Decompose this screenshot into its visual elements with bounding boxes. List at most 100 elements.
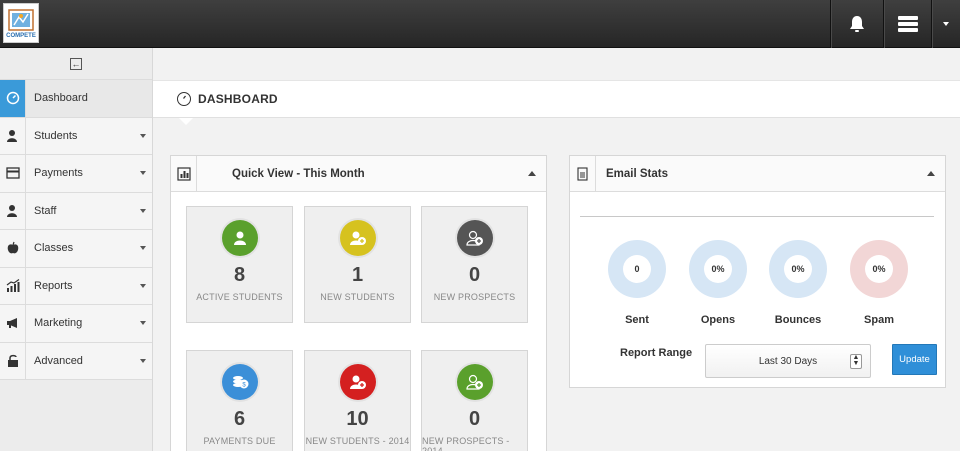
select-arrows-icon: ▲ ▼ (850, 354, 862, 369)
quick-view-panel: Quick View - This Month 8 ACTIVE STUDENT… (170, 155, 547, 451)
collapse-caret-icon[interactable] (927, 171, 935, 176)
logo[interactable]: COMPETE (3, 3, 39, 43)
logo-mark-icon (8, 9, 34, 31)
user-icon (0, 192, 26, 229)
collapse-caret-icon[interactable] (528, 171, 536, 176)
menu-icon (897, 16, 918, 32)
megaphone-icon (0, 305, 26, 342)
sidebar-item-label: Advanced (34, 354, 83, 367)
stat-label-bounces: Bounces (774, 314, 822, 326)
donut-sent: 0 (608, 240, 666, 298)
page-title: DASHBOARD (198, 92, 278, 106)
divider (580, 216, 934, 217)
sidebar-item-label: Students (34, 129, 78, 142)
donut-value: 0% (784, 255, 812, 283)
coins-icon: $ (221, 364, 258, 400)
tile-active-students[interactable]: 8 ACTIVE STUDENTS (186, 206, 293, 323)
tile-label: NEW PROSPECTS - 2014 (422, 436, 510, 451)
main-content: DASHBOARD Quick View - This Month 8 ACTI… (153, 48, 960, 451)
tile-value: 10 (346, 408, 369, 430)
caret-down-icon (943, 22, 949, 26)
sidebar-item-label: Dashboard (34, 92, 88, 105)
tile-new-prospects[interactable]: 0 NEW PROSPECTS (421, 206, 528, 323)
sidebar-item-advanced[interactable]: Advanced (0, 342, 152, 380)
bell-icon (849, 16, 864, 32)
chart-icon (171, 155, 197, 192)
sidebar-item-label: Payments (34, 167, 83, 180)
donut-value: 0 (623, 255, 651, 283)
tile-value: 0 (468, 264, 481, 286)
sidebar-item-label: Marketing (34, 317, 83, 330)
collapse-sidebar-icon[interactable]: ← (70, 57, 82, 70)
sidebar-item-students[interactable]: Students (0, 117, 152, 155)
dashboard-icon (0, 80, 26, 117)
lock-icon (0, 342, 26, 379)
email-stats-panel: Email Stats 0 0% 0% 0% Sent Opens Bounce… (569, 155, 946, 388)
report-range-value: Last 30 Days (758, 355, 818, 367)
quick-view-header: Quick View - This Month (171, 155, 546, 192)
sidebar-item-payments[interactable]: Payments (0, 155, 152, 193)
chevron-down-icon (140, 283, 146, 288)
donut-value: 0% (704, 255, 732, 283)
sidebar-item-label: Staff (34, 204, 57, 217)
apple-icon (0, 230, 26, 267)
header-notch (179, 118, 193, 125)
user-icon (221, 220, 258, 256)
chevron-down-icon (140, 321, 146, 326)
chevron-down-icon (140, 358, 146, 363)
user-add-icon (339, 364, 376, 400)
tile-value: 0 (468, 408, 481, 430)
chevron-down-icon (140, 246, 146, 251)
stat-label-sent: Sent (625, 314, 649, 326)
sidebar-item-classes[interactable]: Classes (0, 230, 152, 268)
logo-text: COMPETE (6, 33, 36, 39)
tile-label: NEW STUDENTS - 2014 (305, 436, 410, 446)
chevron-down-icon (140, 171, 146, 176)
sidebar-collapse-row: ← (0, 48, 152, 80)
sidebar-item-staff[interactable]: Staff (0, 192, 152, 230)
page-header: DASHBOARD (153, 80, 960, 118)
update-button[interactable]: Update (892, 344, 937, 375)
user-menu-dropdown[interactable] (931, 0, 960, 48)
sidebar-item-label: Reports (34, 279, 73, 292)
user-add-icon (456, 364, 493, 400)
tile-label: PAYMENTS DUE (203, 436, 276, 446)
tile-new-prospects-2014[interactable]: 0 NEW PROSPECTS - 2014 (421, 350, 528, 451)
sidebar-item-reports[interactable]: Reports (0, 267, 152, 305)
sidebar: ← Dashboard Students Payments Staff Clas… (0, 48, 153, 451)
report-range-select[interactable]: Last 30 Days ▲ ▼ (705, 344, 871, 378)
top-bar: COMPETE (0, 0, 960, 48)
user-menu-button[interactable] (883, 0, 931, 48)
quick-view-title: Quick View - This Month (232, 167, 365, 180)
stat-label-opens: Opens (700, 314, 736, 326)
tile-label: NEW STUDENTS (320, 292, 395, 302)
chevron-down-icon (140, 208, 146, 213)
tile-new-students[interactable]: 1 NEW STUDENTS (304, 206, 411, 323)
tile-new-students-2014[interactable]: 10 NEW STUDENTS - 2014 (304, 350, 411, 451)
tile-value: 6 (233, 408, 246, 430)
user-add-icon (456, 220, 493, 256)
card-icon (0, 155, 26, 192)
user-add-icon (339, 220, 376, 256)
donut-spam: 0% (850, 240, 908, 298)
chevron-down-icon (140, 133, 146, 138)
chart-icon (0, 267, 26, 304)
sidebar-item-dashboard[interactable]: Dashboard (0, 80, 152, 118)
tile-label: NEW PROSPECTS (433, 292, 516, 302)
email-stats-title: Email Stats (606, 167, 668, 180)
user-icon (0, 117, 26, 154)
donut-opens: 0% (689, 240, 747, 298)
donut-bounces: 0% (769, 240, 827, 298)
notifications-button[interactable] (830, 0, 882, 48)
document-icon (570, 155, 596, 192)
email-stats-header: Email Stats (570, 155, 945, 192)
dashboard-icon (177, 92, 191, 106)
sidebar-item-label: Classes (34, 242, 74, 255)
tile-payments-due[interactable]: $ 6 PAYMENTS DUE (186, 350, 293, 451)
tile-value: 1 (351, 264, 364, 286)
tile-value: 8 (233, 264, 246, 286)
sidebar-item-marketing[interactable]: Marketing (0, 305, 152, 343)
stat-label-spam: Spam (864, 314, 894, 326)
donut-value: 0% (865, 255, 893, 283)
tile-label: ACTIVE STUDENTS (196, 292, 283, 302)
